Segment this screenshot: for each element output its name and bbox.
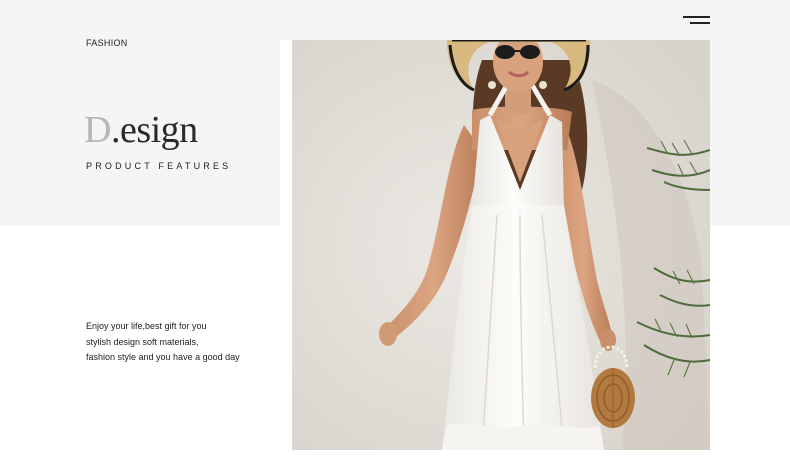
description-line: stylish design soft materials, (86, 336, 199, 347)
product-photo (292, 40, 710, 450)
earring-right (539, 81, 547, 89)
earring-left (488, 81, 496, 89)
right-background-block (710, 226, 790, 469)
description-line: fashion style and you have a good day (86, 352, 240, 362)
section-title: D.esign (84, 108, 198, 152)
model-illustration (292, 40, 710, 450)
section-eyebrow: FASHION (86, 38, 128, 48)
title-initial-letter: D (84, 109, 111, 151)
section-subtitle: PRODUCT FEATURES (86, 161, 232, 171)
menu-line-bottom (690, 22, 710, 24)
left-hand (379, 322, 397, 346)
title-remainder: .esign (110, 109, 198, 151)
hamburger-menu-icon[interactable] (683, 15, 710, 27)
menu-line-top (683, 16, 710, 18)
description-line: Enjoy your life,best gift for you (86, 321, 207, 331)
product-description: Enjoy your life,best gift for you stylis… (86, 319, 276, 366)
photo-left-gutter (280, 40, 292, 469)
